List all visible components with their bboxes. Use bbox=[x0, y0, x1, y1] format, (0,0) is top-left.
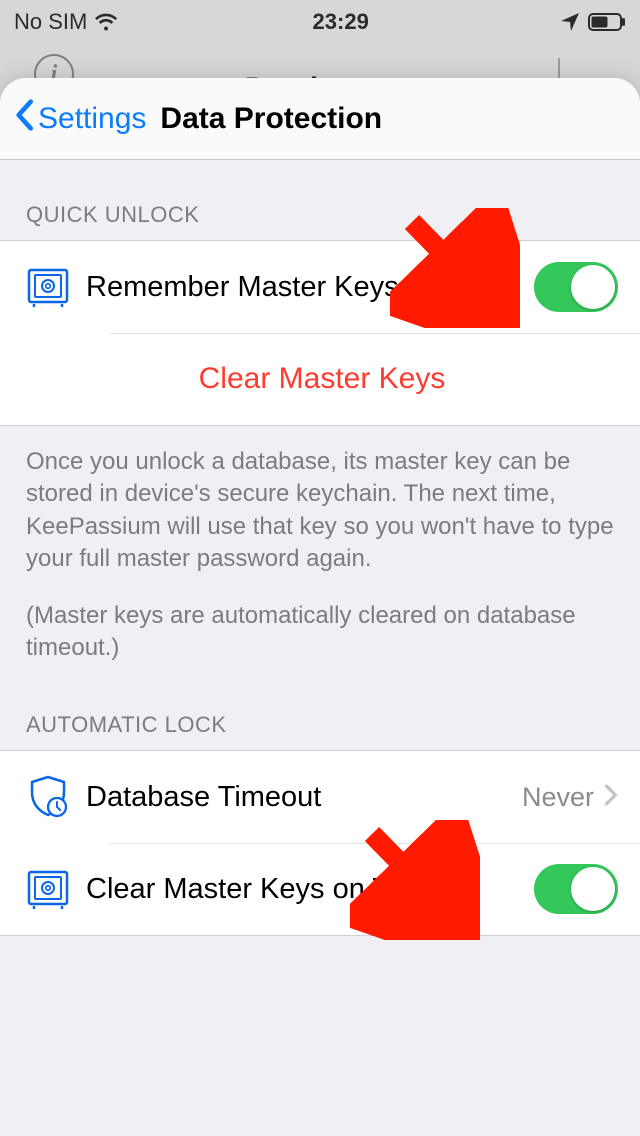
carrier-text: No SIM bbox=[14, 9, 87, 35]
shield-clock-icon bbox=[26, 773, 86, 821]
row-label: Database Timeout bbox=[86, 781, 522, 814]
settings-sheet: Settings Data Protection QUICK UNLOCK R bbox=[0, 78, 640, 1136]
row-label: Remember Master Keys bbox=[86, 271, 534, 304]
clock: 23:29 bbox=[313, 9, 369, 35]
toggle-clear-on-timeout[interactable] bbox=[534, 864, 618, 914]
section-header-quick-unlock: QUICK UNLOCK bbox=[0, 160, 640, 240]
safe-icon bbox=[26, 867, 86, 911]
battery-icon bbox=[588, 13, 626, 31]
row-value: Never bbox=[522, 782, 594, 813]
section-header-automatic-lock: AUTOMATIC LOCK bbox=[0, 694, 640, 750]
toggle-remember-master-keys[interactable] bbox=[534, 262, 618, 312]
section-footer-quick-unlock: Once you unlock a database, its master k… bbox=[0, 426, 640, 694]
location-icon bbox=[560, 12, 580, 32]
row-database-timeout[interactable]: Database Timeout Never bbox=[0, 751, 640, 843]
row-label: Clear Master Keys on Timeout bbox=[86, 872, 534, 906]
back-button[interactable]: Settings bbox=[14, 99, 146, 139]
group-automatic-lock: Database Timeout Never bbox=[0, 750, 640, 936]
page-title: Data Protection bbox=[160, 102, 382, 136]
row-clear-on-timeout[interactable]: Clear Master Keys on Timeout bbox=[0, 843, 640, 935]
back-label: Settings bbox=[38, 102, 146, 136]
chevron-left-icon bbox=[14, 99, 34, 139]
status-bar: No SIM 23:29 bbox=[0, 0, 640, 44]
row-remember-master-keys[interactable]: Remember Master Keys bbox=[0, 241, 640, 333]
wifi-icon bbox=[95, 12, 121, 32]
group-quick-unlock: Remember Master Keys Clear Master Keys bbox=[0, 240, 640, 426]
content-scroll[interactable]: QUICK UNLOCK Remember Master Keys bbox=[0, 160, 640, 1136]
safe-icon bbox=[26, 265, 86, 309]
chevron-right-icon bbox=[604, 784, 618, 811]
nav-bar: Settings Data Protection bbox=[0, 78, 640, 160]
row-clear-master-keys[interactable]: Clear Master Keys bbox=[0, 333, 640, 425]
clear-master-keys-button[interactable]: Clear Master Keys bbox=[26, 362, 618, 396]
